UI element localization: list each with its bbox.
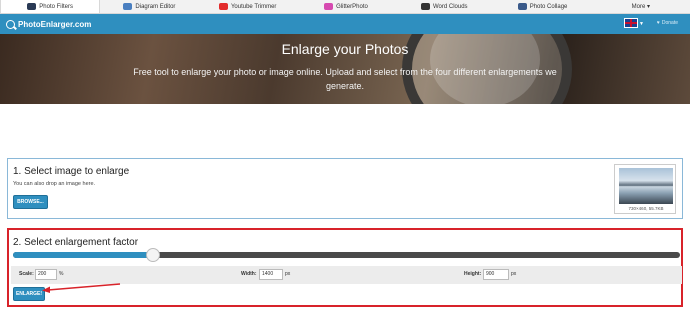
slider-fill [13,252,154,258]
logo-text: PhotoEnlarger.com [18,19,92,29]
tab-label: Photo Filters [39,3,73,10]
preview-thumbnail [619,168,673,204]
height-label: Height: [464,271,482,277]
slider-handle[interactable] [146,248,161,262]
tab-diagram-editor[interactable]: Diagram Editor [100,0,198,13]
width-label: Width: [241,271,257,277]
image-preview: 730×460, 55.7KB [614,164,676,214]
diagram-icon [123,3,133,10]
image-info: 730×460, 55.7KB [628,206,664,211]
scale-input[interactable]: 200 [35,269,57,280]
hero-subtitle: Free tool to enlarge your photo or image… [133,67,557,91]
app-tabs: Photo Filters Diagram Editor Youtube Trimm… [0,0,690,14]
scale-slider[interactable] [13,248,680,262]
tab-photo-filters[interactable]: Photo Filters [0,0,101,13]
enlargement-factor-panel: 2. Select enlargement factor Scale: 200 … [7,228,683,307]
width-input[interactable]: 1400 [259,269,283,280]
collage-icon [517,3,527,10]
site-logo[interactable]: PhotoEnlarger.com [6,19,92,29]
tab-label: Word Clouds [432,3,468,10]
cloud-icon [420,3,430,10]
hero-title: Enlarge your Photos [281,41,409,57]
tab-label: Photo Collage [529,3,568,10]
glitter-icon [324,3,334,10]
tab-label: Diagram Editor [135,3,176,10]
tab-photo-collage[interactable]: Photo Collage [493,0,591,13]
tab-label: GlitterPhoto [336,3,368,10]
scale-unit: % [59,271,64,277]
drop-hint: You can also drop an image here. [13,181,96,187]
uk-flag-icon[interactable] [624,18,638,28]
tab-youtube-trimmer[interactable]: Youtube Trimmer [199,0,297,13]
donate-link[interactable]: ♥ Donate [657,20,678,26]
step1-title: 1. Select image to enlarge [13,166,130,177]
width-unit: px [285,271,291,277]
youtube-icon [218,3,228,10]
magnifier-icon [6,19,15,29]
tab-label: Youtube Trimmer [230,3,277,10]
step2-title: 2. Select enlargement factor [13,237,139,248]
height-input[interactable]: 900 [483,269,509,280]
top-bar: PhotoEnlarger.com ▼ ♥ Donate [0,14,690,34]
globe-icon [27,3,37,10]
browse-button[interactable]: BROWSE... [13,195,48,209]
tab-glitterphoto[interactable]: GlitterPhoto [297,0,395,13]
donate-label: Donate [661,20,678,26]
height-unit: px [511,271,517,277]
annotation-arrow [42,283,121,293]
chevron-down-icon[interactable]: ▼ [639,21,644,27]
tab-word-clouds[interactable]: Word Clouds [395,0,493,13]
select-image-panel[interactable]: 1. Select image to enlarge You can also … [7,158,683,219]
tab-more[interactable]: More ▾ [592,0,690,13]
tab-label: More ▾ [631,4,650,10]
hero-banner: Enlarge your Photos Free tool to enlarge… [0,34,690,104]
heart-icon: ♥ [656,20,660,26]
scale-label: Scale: [19,271,34,277]
